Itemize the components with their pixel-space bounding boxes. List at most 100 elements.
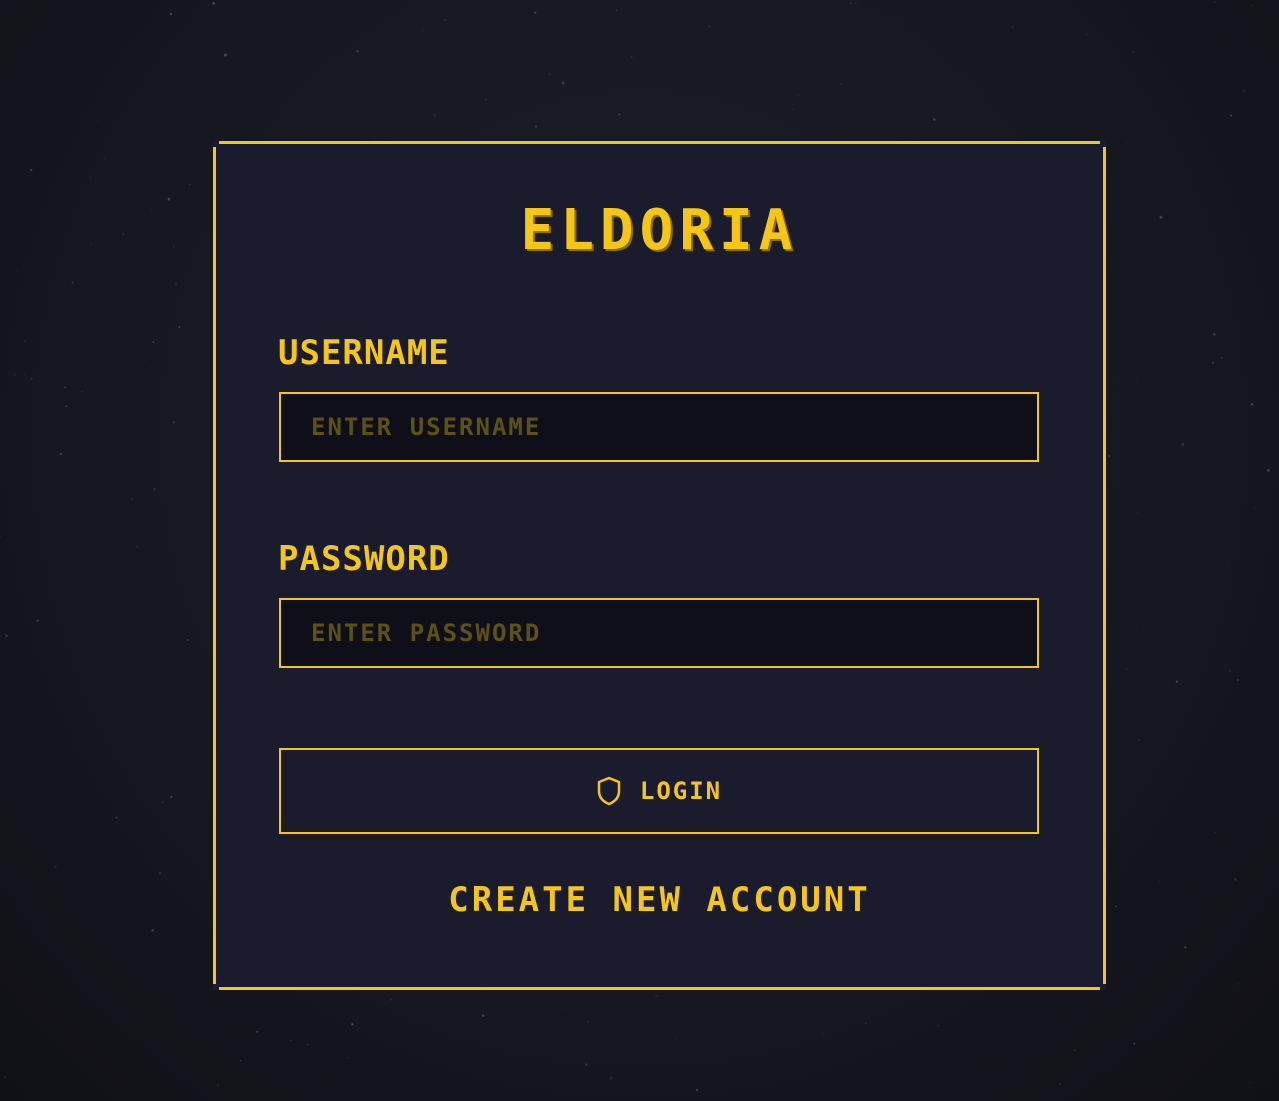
star-speck: [485, 98, 488, 101]
star-speck: [172, 420, 176, 424]
star-speck: [655, 994, 659, 998]
star-speck: [1251, 5, 1253, 7]
star-speck: [1158, 881, 1160, 883]
star-speck: [223, 53, 227, 57]
star-speck: [933, 118, 936, 121]
star-speck: [115, 816, 118, 819]
star-speck: [1243, 313, 1245, 315]
star-speck: [534, 11, 537, 14]
star-speck: [306, 1043, 309, 1046]
star-speck: [143, 360, 145, 362]
star-speck: [189, 183, 191, 185]
star-speck: [170, 796, 173, 799]
star-speck: [1249, 1082, 1251, 1084]
star-speck: [1237, 679, 1240, 681]
star-speck: [631, 56, 633, 59]
star-speck: [433, 114, 436, 117]
star-speck: [0, 535, 2, 538]
star-speck: [1254, 508, 1256, 510]
star-speck: [178, 325, 181, 329]
star-speck: [1137, 511, 1139, 513]
star-speck: [212, 1, 216, 5]
star-speck: [198, 658, 200, 660]
star-speck: [64, 386, 66, 389]
star-speck: [71, 281, 74, 284]
star-speck: [30, 377, 33, 380]
star-speck: [5, 634, 8, 638]
username-input[interactable]: [279, 392, 1039, 462]
star-speck: [36, 619, 39, 622]
star-speck: [534, 125, 538, 128]
star-speck: [1266, 468, 1270, 472]
star-speck: [1242, 89, 1246, 93]
star-speck: [215, 40, 217, 42]
star-speck: [548, 1013, 550, 1015]
login-button-label: LOGIN: [639, 777, 723, 805]
star-speck: [797, 94, 799, 96]
star-speck: [696, 1088, 699, 1091]
star-speck: [1237, 983, 1239, 985]
star-speck: [103, 157, 106, 159]
panel-border-right: [1103, 147, 1106, 984]
star-speck: [792, 109, 793, 110]
star-speck: [374, 135, 376, 137]
star-speck: [1135, 378, 1137, 380]
star-speck: [1115, 905, 1117, 908]
star-speck: [89, 177, 91, 179]
star-speck: [150, 208, 153, 210]
shield-icon: [597, 776, 621, 806]
star-speck: [3, 1076, 6, 1079]
star-speck: [1184, 946, 1187, 949]
star-speck: [1108, 455, 1111, 457]
star-speck: [1220, 356, 1223, 359]
star-speck: [169, 12, 173, 16]
star-speck: [1126, 141, 1128, 143]
create-account-link[interactable]: CREATE NEW ACCOUNT: [213, 883, 1106, 917]
star-speck: [1226, 565, 1228, 567]
panel-border-left: [213, 147, 216, 984]
star-speck: [174, 283, 178, 286]
star-speck: [173, 245, 175, 248]
star-speck: [30, 168, 33, 172]
star-speck: [186, 639, 189, 641]
star-speck: [53, 865, 57, 869]
password-label: PASSWORD: [278, 539, 450, 579]
star-speck: [1175, 680, 1179, 684]
star-speck: [24, 373, 26, 375]
star-speck: [167, 197, 171, 201]
star-speck: [1138, 739, 1140, 741]
star-speck: [1133, 1042, 1136, 1045]
star-speck: [1132, 50, 1135, 54]
password-input[interactable]: [279, 598, 1039, 668]
star-speck: [855, 2, 857, 4]
star-speck: [839, 83, 842, 86]
star-speck: [13, 373, 17, 376]
star-speck: [1162, 828, 1164, 830]
star-speck: [130, 497, 134, 501]
star-speck: [351, 1023, 354, 1026]
star-speck: [1229, 669, 1231, 672]
star-speck: [1181, 442, 1185, 446]
star-speck: [23, 340, 26, 343]
app-title: ELDORIA: [520, 198, 799, 263]
star-speck: [96, 120, 99, 122]
star-speck: [1211, 361, 1215, 364]
star-speck: [674, 1037, 676, 1039]
panel-border-top: [219, 141, 1100, 144]
star-speck: [481, 1014, 485, 1017]
star-speck: [1159, 215, 1163, 219]
username-label: USERNAME: [278, 333, 450, 373]
star-speck: [290, 1039, 292, 1042]
star-speck: [81, 390, 83, 393]
star-speck: [356, 49, 359, 53]
star-speck: [561, 81, 565, 85]
star-speck: [256, 1030, 259, 1033]
star-speck: [865, 1022, 867, 1024]
star-speck: [1214, 1, 1216, 3]
star-speck: [1086, 33, 1088, 35]
star-speck: [65, 405, 68, 408]
star-speck: [1011, 26, 1014, 28]
star-speck: [389, 998, 392, 1001]
login-button[interactable]: LOGIN: [279, 748, 1039, 834]
star-speck: [161, 800, 165, 804]
